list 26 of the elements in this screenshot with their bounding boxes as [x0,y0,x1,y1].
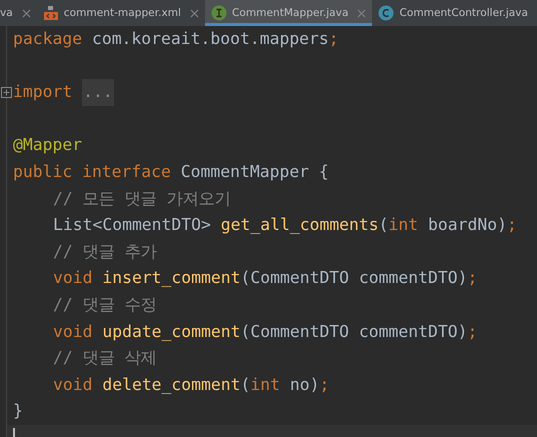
tab-label: CommentController.java [399,7,528,19]
tab-label: CommentMapper.java [232,7,348,19]
code-line: package com.koreait.boot.mappers; [13,28,339,50]
editor-tab[interactable]: CommentMapper.java [204,0,372,26]
code-line: } [13,400,23,422]
tab-label: comment-mapper.xml [64,7,181,19]
code-line: List<CommentDTO> get_all_comments(int boardNo); [53,214,517,236]
class-icon [378,5,394,21]
code-line: public interface CommentMapper { [13,160,329,183]
xml-file-icon [42,5,59,21]
code-line: import [13,81,74,104]
code-line: void update_comment(CommentDTO commentDTO); [53,320,478,343]
close-icon[interactable] [357,8,366,18]
code-line: @Mapper [13,134,82,156]
code-line: // 댓글 추가 [53,240,156,263]
tab-label: va [0,7,13,19]
code-line: // 댓글 삭제 [53,347,156,370]
close-icon[interactable] [22,8,31,18]
code-line: // 모든 댓글 가져오기 [53,188,230,210]
folded-code[interactable]: ... [82,79,114,106]
close-icon[interactable] [190,8,199,18]
fold-icon[interactable] [1,86,12,98]
code-line: // 댓글 수정 [53,294,156,316]
interface-icon [210,5,227,21]
code-line: void delete_comment(int no); [53,374,330,396]
code-line: void insert_comment(CommentDTO commentDTO); [53,267,478,290]
